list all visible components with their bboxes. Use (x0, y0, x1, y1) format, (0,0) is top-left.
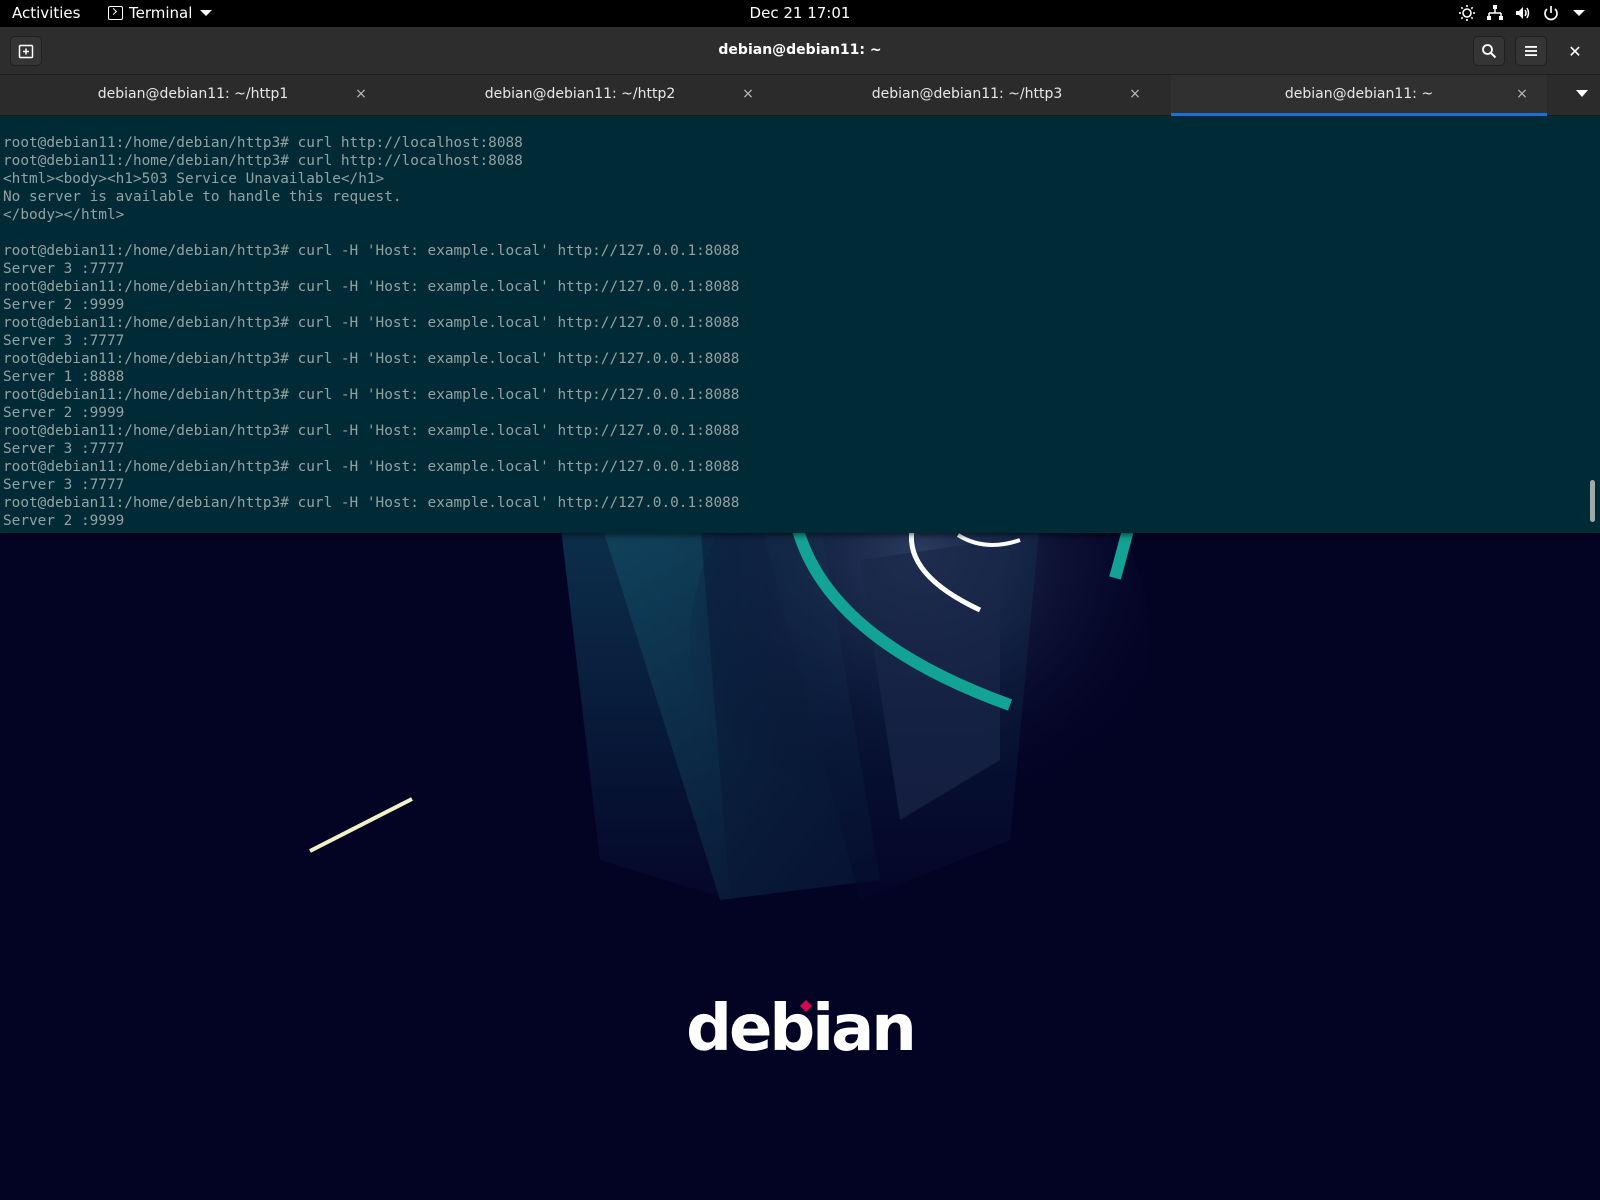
terminal-line: Server 3 :7777 (3, 441, 125, 457)
tab-http1[interactable]: debian@debian11: ~/http1 × (0, 75, 386, 116)
gnome-top-bar: Activities Terminal Dec 21 17:01 (0, 0, 1600, 27)
terminal-line: root@debian11:/home/debian/http3# curl h… (3, 135, 523, 151)
tab-bar: debian@debian11: ~/http1 × debian@debian… (0, 75, 1600, 116)
network-icon[interactable] (1486, 4, 1504, 22)
hamburger-menu-button[interactable] (1515, 36, 1547, 66)
tab-label: debian@debian11: ~/http3 (871, 86, 1063, 102)
tab-label: debian@debian11: ~/http2 (484, 86, 676, 102)
terminal-line: root@debian11:/home/debian/http3# curl h… (3, 153, 523, 169)
terminal-line: Server 3 :7777 (3, 477, 125, 493)
power-icon[interactable] (1542, 4, 1560, 22)
terminal-line: root@debian11:/home/debian/http3# curl -… (3, 243, 740, 259)
terminal-line: root@debian11:/home/debian/http3# curl -… (3, 495, 740, 511)
terminal-line: root@debian11:/home/debian/http3# curl -… (3, 459, 740, 475)
tab-http3[interactable]: debian@debian11: ~/http3 × (774, 75, 1160, 116)
debian-logo-text: debian (686, 992, 917, 1066)
terminal-line: Server 3 :7777 (3, 333, 125, 349)
hamburger-menu-icon (1525, 46, 1537, 56)
terminal-line: Server 3 :7777 (3, 261, 125, 277)
window-title: debian@debian11: ~ (718, 42, 882, 58)
search-button[interactable] (1473, 36, 1505, 66)
terminal-scrollbar[interactable] (1586, 116, 1597, 533)
search-icon (1482, 44, 1497, 59)
tab-label: debian@debian11: ~ (1284, 86, 1434, 102)
tab-close-icon[interactable]: × (1126, 85, 1144, 103)
tab-label: debian@debian11: ~/http1 (97, 86, 289, 102)
terminal-line: Server 2 :9999 (3, 297, 125, 313)
terminal-output[interactable]: root@debian11:/home/debian/http3# curl h… (0, 116, 1586, 533)
terminal-line: root@debian11:/home/debian/http3# curl -… (3, 351, 740, 367)
terminal-line: Server 1 :8888 (3, 369, 125, 385)
scrollbar-thumb[interactable] (1590, 480, 1595, 522)
tab-close-icon[interactable]: × (352, 85, 370, 103)
close-window-button[interactable]: ✕ (1560, 36, 1590, 66)
terminal-line: No server is available to handle this re… (3, 189, 402, 205)
tab-list-menu-icon[interactable] (1576, 90, 1588, 97)
terminal-line: <html><body><h1>503 Service Unavailable<… (3, 171, 385, 187)
chevron-down-icon[interactable] (1570, 4, 1588, 22)
terminal-line: root@debian11:/home/debian/http3# curl -… (3, 279, 740, 295)
terminal-line: Server 2 :9999 (3, 513, 125, 529)
tab-close-icon[interactable]: × (1513, 85, 1531, 103)
brightness-icon[interactable] (1458, 4, 1476, 22)
tab-home[interactable]: debian@debian11: ~ × (1171, 75, 1547, 116)
tab-http2[interactable]: debian@debian11: ~/http2 × (387, 75, 773, 116)
tab-close-icon[interactable]: × (739, 85, 757, 103)
clock[interactable]: Dec 21 17:01 (0, 4, 1600, 22)
terminal-window: debian@debian11: ~ ✕ debian@debian11: ~/… (0, 27, 1600, 533)
terminal-line: root@debian11:/home/debian/http3# curl -… (3, 387, 740, 403)
volume-icon[interactable] (1514, 4, 1532, 22)
terminal-line: </body></html> (3, 207, 125, 223)
terminal-line: root@debian11:/home/debian/http3# curl -… (3, 423, 740, 439)
terminal-line: Server 2 :9999 (3, 405, 125, 421)
window-header-bar[interactable]: debian@debian11: ~ ✕ (0, 27, 1600, 75)
terminal-text: root@debian11:/home/debian/http3# curl h… (3, 134, 739, 530)
terminal-line: root@debian11:/home/debian/http3# curl -… (3, 315, 740, 331)
system-status-area[interactable] (1458, 4, 1588, 22)
close-icon: ✕ (1568, 41, 1582, 61)
